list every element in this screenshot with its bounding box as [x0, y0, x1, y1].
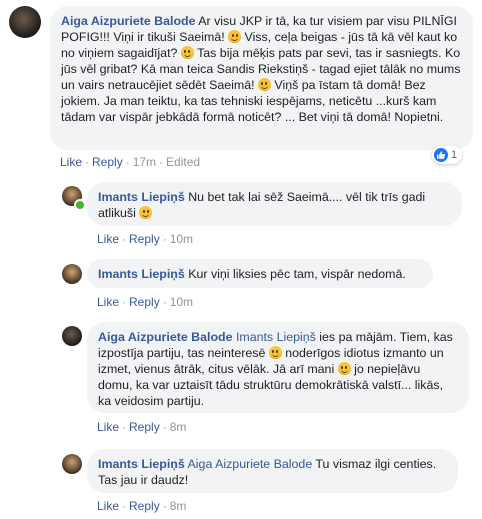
edited-label[interactable]: Edited — [166, 155, 200, 169]
smile-emoji-icon — [228, 30, 242, 43]
comment-author[interactable]: Aiga Aizpuriete Balode — [98, 330, 232, 344]
comment-author[interactable]: Imants Liepiņš — [98, 457, 185, 471]
comment-bubble: Aiga Aizpuriete Balode Ar visu JKP ir tā… — [50, 6, 473, 150]
like-button[interactable]: Like — [97, 499, 119, 513]
separator-dot: · — [122, 232, 127, 246]
comment-timestamp[interactable]: 8m — [170, 420, 187, 434]
separator-dot: · — [162, 420, 167, 434]
comment-bubble: Imants Liepiņš Nu bet tak lai sēž Saeimā… — [87, 182, 462, 226]
separator-dot: · — [162, 295, 167, 309]
comment-actions: Like · Reply · 8m — [97, 499, 186, 513]
online-status-indicator — [74, 199, 86, 211]
separator-dot: · — [162, 499, 167, 513]
reaction-summary[interactable]: 1 — [432, 146, 463, 164]
smile-emoji-icon — [139, 206, 153, 219]
reply-button[interactable]: Reply — [92, 155, 123, 169]
avatar[interactable] — [9, 6, 41, 38]
comment-timestamp[interactable]: 17m — [133, 155, 156, 169]
comment-actions: Like · Reply · 17m · Edited — [60, 155, 200, 169]
separator-dot: · — [159, 155, 164, 169]
separator-dot: · — [122, 295, 127, 309]
like-button[interactable]: Like — [60, 155, 82, 169]
mentioned-user-link[interactable]: Imants Liepiņš — [236, 330, 316, 344]
separator-dot: · — [122, 420, 127, 434]
comment-actions: Like · Reply · 10m — [97, 232, 193, 246]
comment-bubble: Aiga Aizpuriete Balode Imants Liepiņš ie… — [87, 322, 469, 413]
comment-author[interactable]: Imants Liepiņš — [98, 190, 185, 204]
mentioned-user-link[interactable]: Aiga Aizpuriete Balode — [188, 457, 313, 471]
comment-timestamp[interactable]: 10m — [170, 232, 193, 246]
reply-button[interactable]: Reply — [129, 499, 160, 513]
reply-button[interactable]: Reply — [129, 295, 160, 309]
comment-actions: Like · Reply · 10m — [97, 295, 193, 309]
smile-emoji-icon — [257, 78, 271, 91]
avatar[interactable] — [62, 326, 82, 346]
like-button[interactable]: Like — [97, 420, 119, 434]
comment-author[interactable]: Aiga Aizpuriete Balode — [61, 14, 195, 28]
avatar[interactable] — [62, 264, 82, 284]
smile-emoji-icon — [268, 346, 282, 359]
separator-dot: · — [122, 499, 127, 513]
like-button[interactable]: Like — [97, 295, 119, 309]
smile-emoji-icon — [337, 362, 351, 375]
comment-timestamp[interactable]: 8m — [170, 499, 187, 513]
comment-actions: Like · Reply · 8m — [97, 420, 186, 434]
reaction-count: 1 — [451, 149, 458, 161]
comment-timestamp[interactable]: 10m — [170, 295, 193, 309]
like-button[interactable]: Like — [97, 232, 119, 246]
separator-dot: · — [162, 232, 167, 246]
comment-bubble: Imants Liepiņš Aiga Aizpuriete Balode Tu… — [87, 449, 458, 493]
like-reaction-icon — [434, 148, 448, 162]
comment-bubble: Imants Liepiņš Kur viņi liksies pēc tam,… — [87, 259, 433, 288]
reply-button[interactable]: Reply — [129, 232, 160, 246]
comment-author[interactable]: Imants Liepiņš — [98, 267, 185, 281]
smile-emoji-icon — [180, 46, 194, 59]
comment-text: Kur viņi liksies pēc tam, vispār nedomā. — [188, 267, 406, 281]
reply-button[interactable]: Reply — [129, 420, 160, 434]
avatar[interactable] — [62, 454, 82, 474]
separator-dot: · — [125, 155, 130, 169]
separator-dot: · — [85, 155, 90, 169]
